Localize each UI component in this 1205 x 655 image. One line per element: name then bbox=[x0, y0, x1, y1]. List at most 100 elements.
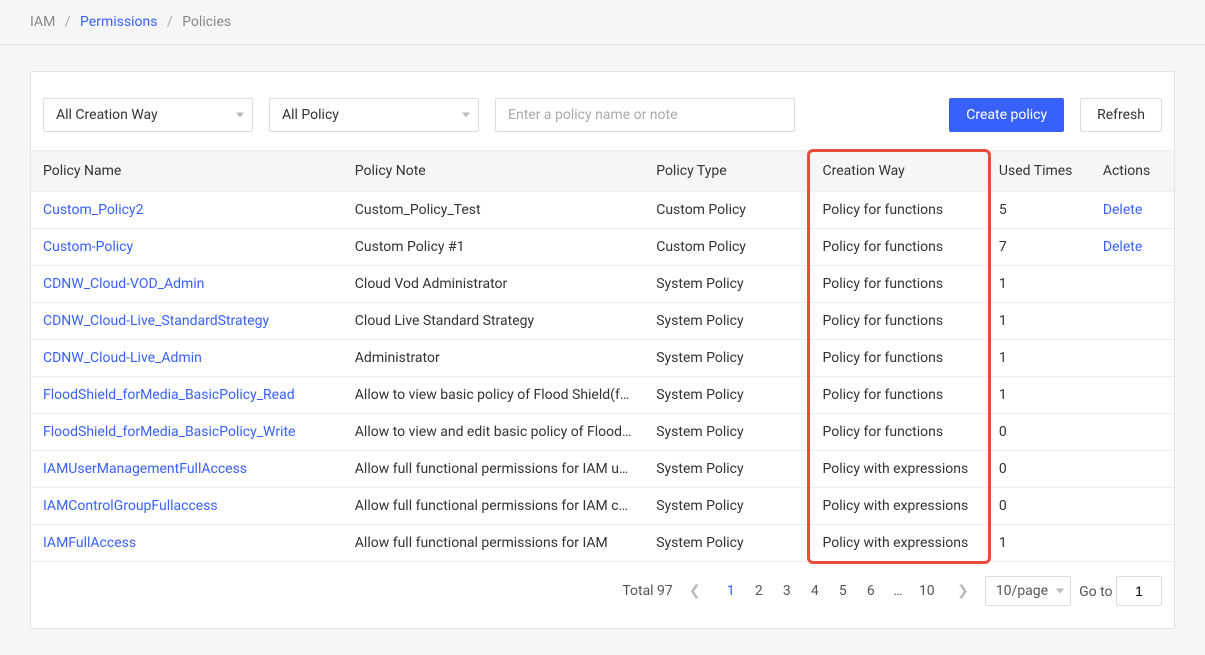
search-input[interactable]: Enter a policy name or note bbox=[495, 98, 795, 132]
table-row: CDNW_Cloud-VOD_AdminCloud Vod Administra… bbox=[31, 266, 1174, 303]
breadcrumb-sep: / bbox=[167, 14, 173, 30]
policy-name-link[interactable]: Custom-Policy bbox=[43, 239, 133, 255]
page-number[interactable]: 4 bbox=[801, 577, 829, 605]
breadcrumb-sep: / bbox=[65, 14, 71, 30]
policy-type: System Policy bbox=[644, 266, 810, 303]
pagination: Total 97 ❮ 123456…10 ❯ 10/page Go to bbox=[31, 562, 1174, 606]
page-number[interactable]: 2 bbox=[745, 577, 773, 605]
policy-creation-way: Policy for functions bbox=[811, 303, 987, 340]
policy-note: Allow full functional permissions for IA… bbox=[343, 451, 644, 488]
policies-card: All Creation Way All Policy Enter a poli… bbox=[30, 71, 1175, 629]
breadcrumb-permissions[interactable]: Permissions bbox=[80, 14, 157, 30]
table-row: Custom-Policy Custom Policy #1Custom Poli… bbox=[31, 229, 1174, 266]
search-placeholder: Enter a policy name or note bbox=[508, 107, 678, 123]
policy-creation-way: Policy for functions bbox=[811, 340, 987, 377]
create-policy-button[interactable]: Create policy bbox=[949, 98, 1064, 132]
filter-creation-way[interactable]: All Creation Way bbox=[43, 98, 253, 132]
policy-name-link[interactable]: Custom_Policy2 bbox=[43, 202, 143, 218]
policy-name-link[interactable]: IAMUserManagementFullAccess bbox=[43, 461, 247, 477]
policy-note: Custom_Policy_Test bbox=[343, 192, 644, 229]
policy-used-times: 0 bbox=[987, 451, 1091, 488]
policy-creation-way: Policy for functions bbox=[811, 192, 987, 229]
table-header-row: Policy Name Policy Note Policy Type Crea… bbox=[31, 151, 1174, 192]
policy-name-link[interactable]: FloodShield_forMedia_BasicPolicy_Read bbox=[43, 387, 295, 403]
policy-note: Cloud Live Standard Strategy bbox=[343, 303, 644, 340]
table-row: FloodShield_forMedia_BasicPolicy_Write Al… bbox=[31, 414, 1174, 451]
pagination-goto: Go to bbox=[1079, 576, 1162, 606]
create-policy-label: Create policy bbox=[966, 107, 1047, 123]
table-row: Custom_Policy2 Custom_Policy_TestCustom P… bbox=[31, 192, 1174, 229]
col-header-name: Policy Name bbox=[31, 151, 343, 192]
policy-creation-way: Policy for functions bbox=[811, 414, 987, 451]
policy-creation-way: Policy for functions bbox=[811, 229, 987, 266]
page-number[interactable]: 3 bbox=[773, 577, 801, 605]
policy-used-times: 0 bbox=[987, 414, 1091, 451]
filter-policy-value: All Policy bbox=[282, 107, 339, 123]
policy-note: Allow to view basic policy of Flood Shie… bbox=[343, 377, 644, 414]
col-header-note: Policy Note bbox=[343, 151, 644, 192]
policy-type: System Policy bbox=[644, 451, 810, 488]
pagination-total: Total 97 bbox=[622, 583, 672, 599]
page-number[interactable]: 5 bbox=[829, 577, 857, 605]
col-header-actions: Actions bbox=[1091, 151, 1174, 192]
col-header-used: Used Times bbox=[987, 151, 1091, 192]
policy-name-link[interactable]: CDNW_Cloud-VOD_Admin bbox=[43, 276, 204, 292]
table-wrap: Policy Name Policy Note Policy Type Crea… bbox=[31, 150, 1174, 562]
table-row: FloodShield_forMedia_BasicPolicy_Read All… bbox=[31, 377, 1174, 414]
page-size-value: 10/page bbox=[996, 583, 1048, 599]
policy-type: System Policy bbox=[644, 414, 810, 451]
policy-used-times: 1 bbox=[987, 525, 1091, 562]
policy-type: System Policy bbox=[644, 340, 810, 377]
table-row: IAMFullAccess Allow full functional permi… bbox=[31, 525, 1174, 562]
policy-name-link[interactable]: FloodShield_forMedia_BasicPolicy_Write bbox=[43, 424, 295, 440]
page-prev-icon[interactable]: ❮ bbox=[681, 577, 709, 605]
policy-used-times: 7 bbox=[987, 229, 1091, 266]
table-row: CDNW_Cloud-Live_Admin AdministratorSystem… bbox=[31, 340, 1174, 377]
policy-used-times: 1 bbox=[987, 377, 1091, 414]
policy-type: Custom Policy bbox=[644, 192, 810, 229]
policy-type: System Policy bbox=[644, 303, 810, 340]
page-number[interactable]: 10 bbox=[913, 577, 941, 605]
policy-creation-way: Policy with expressions bbox=[811, 488, 987, 525]
chevron-down-icon bbox=[1056, 589, 1064, 594]
policy-used-times: 1 bbox=[987, 303, 1091, 340]
page-number[interactable]: 6 bbox=[857, 577, 885, 605]
policy-creation-way: Policy for functions bbox=[811, 266, 987, 303]
policy-note: Allow full functional permissions for IA… bbox=[343, 525, 644, 562]
goto-label: Go to bbox=[1079, 584, 1112, 600]
col-header-type: Policy Type bbox=[644, 151, 810, 192]
chevron-down-icon bbox=[462, 113, 470, 118]
page-next-icon[interactable]: ❯ bbox=[949, 577, 977, 605]
page-ellipsis: … bbox=[885, 577, 913, 605]
policies-table: Policy Name Policy Note Policy Type Crea… bbox=[31, 150, 1174, 562]
breadcrumb-leaf: Policies bbox=[182, 14, 231, 30]
policy-used-times: 1 bbox=[987, 340, 1091, 377]
policy-name-link[interactable]: CDNW_Cloud-Live_StandardStrategy bbox=[43, 313, 269, 329]
policy-used-times: 5 bbox=[987, 192, 1091, 229]
policy-note: Custom Policy #1 bbox=[343, 229, 644, 266]
refresh-button[interactable]: Refresh bbox=[1080, 98, 1162, 132]
goto-input[interactable] bbox=[1116, 576, 1162, 606]
policy-name-link[interactable]: IAMControlGroupFullaccess bbox=[43, 498, 218, 514]
policy-note: Allow to view and edit basic policy of F… bbox=[343, 414, 644, 451]
policy-used-times: 0 bbox=[987, 488, 1091, 525]
delete-button[interactable]: Delete bbox=[1103, 202, 1142, 218]
refresh-label: Refresh bbox=[1097, 107, 1145, 123]
policy-name-link[interactable]: IAMFullAccess bbox=[43, 535, 136, 551]
table-row: IAMControlGroupFullaccessAllow full func… bbox=[31, 488, 1174, 525]
filter-policy[interactable]: All Policy bbox=[269, 98, 479, 132]
col-header-way: Creation Way bbox=[811, 151, 987, 192]
policy-type: System Policy bbox=[644, 377, 810, 414]
policy-note: Administrator bbox=[343, 340, 644, 377]
breadcrumb-root: IAM bbox=[30, 14, 55, 30]
policy-name-link[interactable]: CDNW_Cloud-Live_Admin bbox=[43, 350, 202, 366]
page-size-select[interactable]: 10/page bbox=[985, 576, 1071, 606]
page-number[interactable]: 1 bbox=[717, 577, 745, 605]
table-row: CDNW_Cloud-Live_StandardStrategy Cloud Li… bbox=[31, 303, 1174, 340]
policy-creation-way: Policy with expressions bbox=[811, 525, 987, 562]
policy-type: Custom Policy bbox=[644, 229, 810, 266]
toolbar: All Creation Way All Policy Enter a poli… bbox=[31, 98, 1174, 150]
breadcrumb: IAM / Permissions / Policies bbox=[0, 0, 1205, 45]
chevron-down-icon bbox=[236, 113, 244, 118]
delete-button[interactable]: Delete bbox=[1103, 239, 1142, 255]
